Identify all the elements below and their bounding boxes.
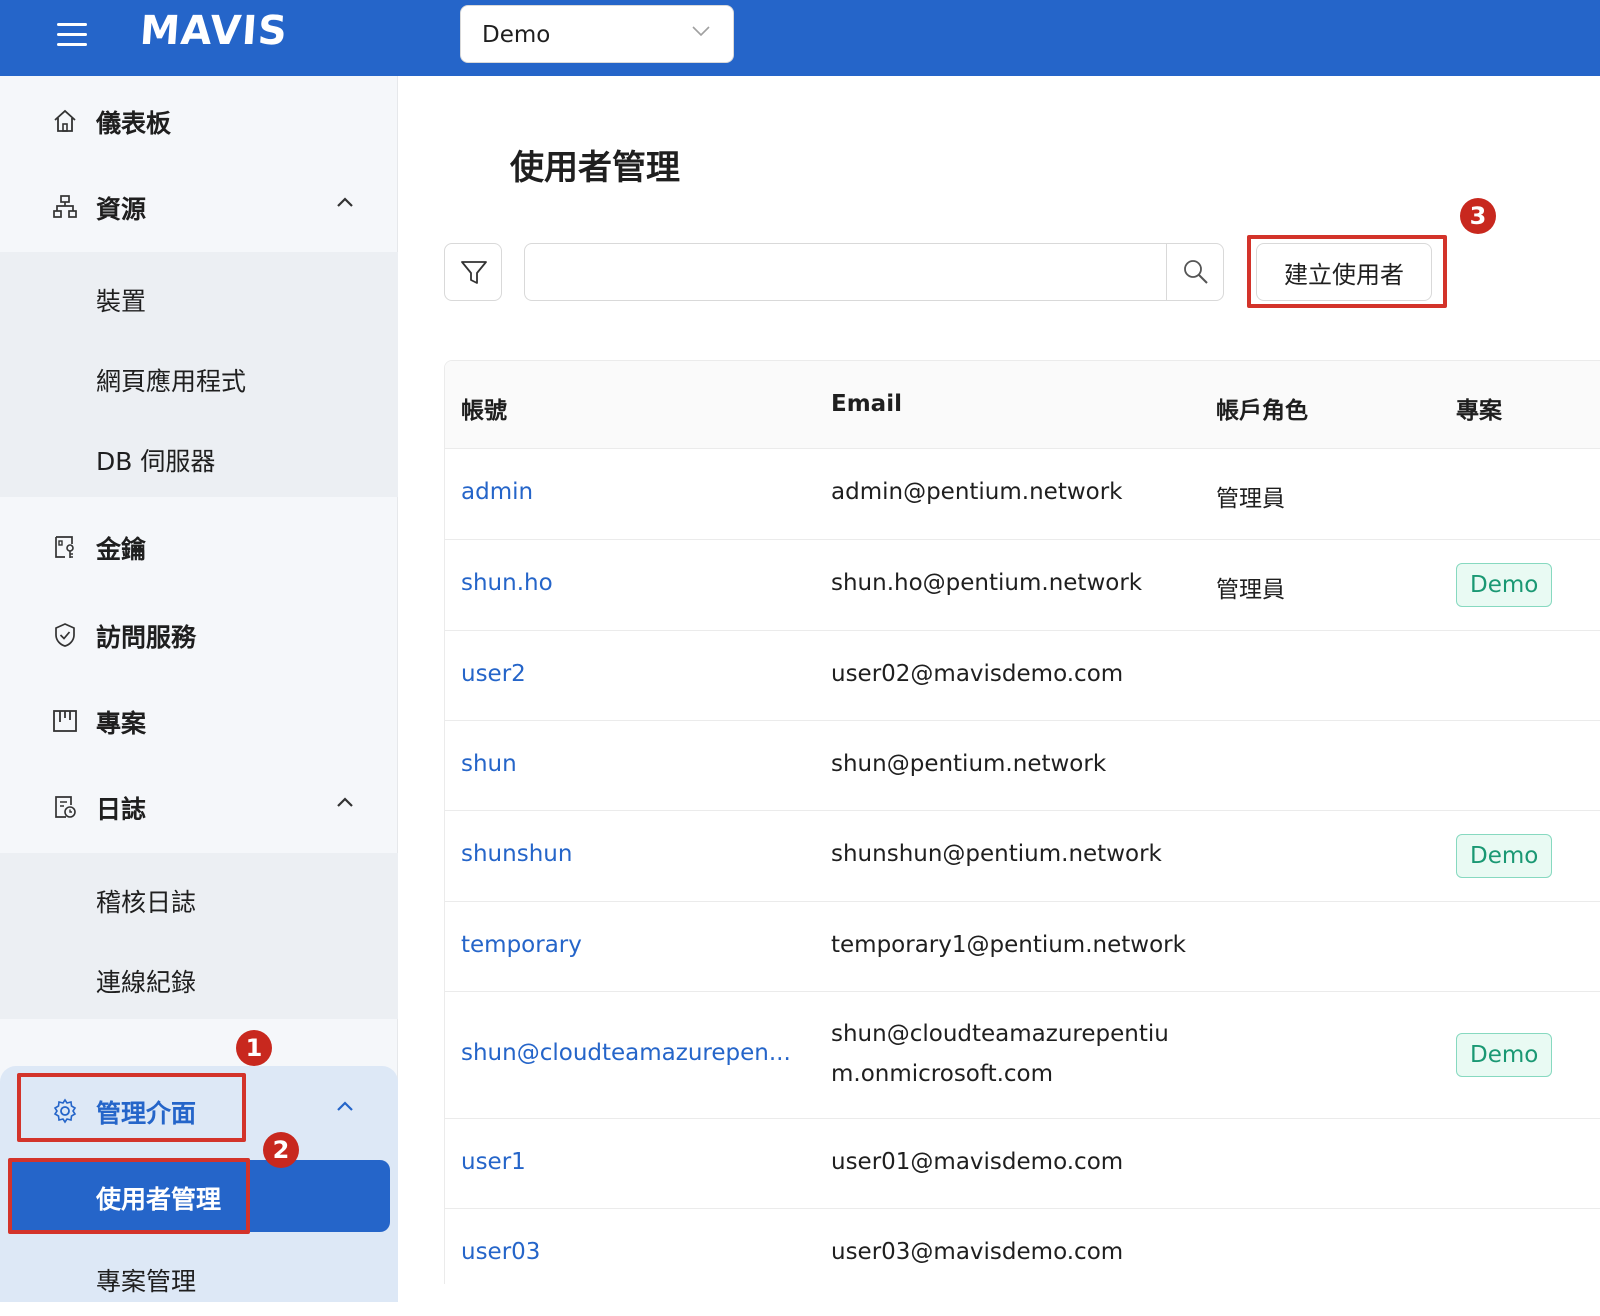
account-link[interactable]: temporary: [461, 932, 582, 958]
account-link[interactable]: user2: [461, 661, 526, 687]
sidebar-item-db-servers[interactable]: DB 伺服器: [0, 416, 398, 496]
search-input[interactable]: [524, 243, 1166, 301]
log-file-icon: [55, 796, 76, 818]
sidebar-item-dashboard[interactable]: 儀表板: [0, 80, 398, 160]
filter-button[interactable]: [444, 243, 502, 301]
table-row: shun shun@pentium.network: [445, 721, 1600, 811]
project-tag: Demo: [1456, 1033, 1553, 1077]
sidebar-item-user-management[interactable]: 使用者管理: [8, 1160, 390, 1232]
mavis-logo[interactable]: MAVIS: [138, 8, 289, 54]
home-icon: [54, 109, 76, 132]
table-row: user1 user01@mavisdemo.com: [445, 1119, 1600, 1209]
sidebar-item-access-service[interactable]: 訪問服務: [0, 594, 398, 674]
resources-submenu: 裝置 網頁應用程式 DB 伺服器: [0, 252, 398, 497]
email-cell: shun.ho@pentium.network: [831, 570, 1143, 596]
project-select-value: Demo: [482, 22, 551, 48]
sidebar-subitem-label: 網頁應用程式: [96, 367, 247, 396]
table-header: 帳號 Email 帳戶角色 專案: [445, 361, 1600, 449]
table-row: shun.ho shun.ho@pentium.network 管理員 Demo: [445, 540, 1600, 631]
sidebar-subitem-label: DB 伺服器: [96, 447, 216, 476]
chevron-up-icon: [337, 197, 353, 207]
page-title: 使用者管理: [510, 148, 680, 188]
chevron-down-icon: [692, 26, 710, 37]
project-tag: Demo: [1456, 834, 1553, 878]
email-cell: temporary1@pentium.network: [831, 932, 1186, 958]
table-row: user2 user02@mavisdemo.com: [445, 631, 1600, 721]
sidebar-item-label: 儀表板: [96, 109, 172, 138]
chevron-up-icon: [337, 1101, 353, 1111]
project-tag: Demo: [1456, 563, 1553, 607]
column-header-role[interactable]: 帳戶角色: [1216, 391, 1308, 425]
sidebar-item-project-management[interactable]: 專案管理: [0, 1236, 398, 1316]
project-select[interactable]: Demo: [460, 5, 734, 63]
sidebar-item-audit-logs[interactable]: 稽核日誌: [0, 857, 398, 937]
sidebar-item-connection-records[interactable]: 連線紀錄: [0, 937, 398, 1017]
email-cell: admin@pentium.network: [831, 479, 1123, 505]
table-row: shun@cloudteamazurepen... shun@cloudteam…: [445, 992, 1600, 1119]
gear-icon: [53, 1098, 77, 1124]
table-row: temporary temporary1@pentium.network: [445, 902, 1600, 992]
email-cell-line2: m.onmicrosoft.com: [831, 1061, 1054, 1087]
sidebar-subitem-label: 使用者管理: [96, 1185, 222, 1214]
sidebar-subitem-label: 稽核日誌: [96, 888, 197, 917]
sidebar-item-projects[interactable]: 專案: [0, 680, 398, 760]
sidebar-item-label: 金鑰: [96, 535, 147, 564]
sidebar-item-keys[interactable]: 金鑰: [0, 506, 398, 586]
sidebar-item-resources[interactable]: 資源: [0, 166, 398, 246]
sidebar-item-devices[interactable]: 裝置: [0, 256, 398, 336]
sidebar-item-label: 資源: [96, 195, 147, 224]
email-cell: user01@mavisdemo.com: [831, 1149, 1124, 1175]
sidebar-subitem-label: 連線紀錄: [96, 968, 197, 997]
sidebar-subitem-label: 專案管理: [96, 1267, 197, 1296]
annotation-badge-3: 3: [1460, 198, 1496, 234]
email-cell: shun@pentium.network: [831, 751, 1107, 777]
email-cell: shunshun@pentium.network: [831, 841, 1162, 867]
annotation-badge-2: 2: [263, 1132, 299, 1168]
email-cell: user02@mavisdemo.com: [831, 661, 1124, 687]
network-icon: [53, 195, 77, 218]
search-icon: [1184, 260, 1208, 284]
column-header-account[interactable]: 帳號: [461, 391, 507, 425]
shield-check-icon: [55, 623, 75, 647]
sidebar-item-label: 管理介面: [96, 1099, 197, 1128]
account-link[interactable]: shun: [461, 751, 517, 777]
users-table: 帳號 Email 帳戶角色 專案 admin admin@pentium.net…: [444, 360, 1600, 1284]
sidebar-item-logs[interactable]: 日誌: [0, 766, 398, 846]
sidebar-subitem-label: 裝置: [96, 287, 147, 316]
table-row: admin admin@pentium.network 管理員: [445, 449, 1600, 540]
sidebar-item-label: 專案: [96, 709, 147, 738]
column-header-email[interactable]: Email: [831, 391, 902, 417]
role-cell: 管理員: [1216, 486, 1285, 512]
sidebar-item-label: 訪問服務: [96, 623, 197, 652]
account-link[interactable]: user1: [461, 1149, 526, 1175]
sidebar-item-web-apps[interactable]: 網頁應用程式: [0, 336, 398, 416]
hamburger-menu-icon[interactable]: [57, 21, 87, 47]
sidebar-item-admin[interactable]: 管理介面: [0, 1070, 398, 1150]
account-link[interactable]: admin: [461, 479, 533, 505]
key-vault-icon: [55, 536, 74, 558]
chevron-up-icon: [337, 797, 353, 807]
email-cell-line1: shun@cloudteamazurepentiu: [831, 1021, 1169, 1047]
create-user-button[interactable]: 建立使用者: [1256, 243, 1432, 301]
role-cell: 管理員: [1216, 577, 1285, 603]
filter-icon: [461, 261, 487, 284]
email-cell: user03@mavisdemo.com: [831, 1239, 1124, 1265]
account-link[interactable]: shun.ho: [461, 570, 553, 596]
sidebar-item-label: 日誌: [96, 795, 147, 824]
column-header-project[interactable]: 專案: [1456, 391, 1502, 425]
annotation-badge-1: 1: [236, 1030, 272, 1066]
account-link[interactable]: shun@cloudteamazurepen...: [461, 1040, 791, 1066]
table-row: shunshun shunshun@pentium.network Demo: [445, 811, 1600, 902]
logs-submenu: 稽核日誌 連線紀錄: [0, 853, 398, 1019]
search-button[interactable]: [1166, 243, 1224, 301]
project-board-icon: [53, 710, 77, 732]
table-row: user03 user03@mavisdemo.com: [445, 1209, 1600, 1284]
top-bar: MAVIS Demo: [0, 0, 1600, 76]
account-link[interactable]: shunshun: [461, 841, 572, 867]
account-link[interactable]: user03: [461, 1239, 540, 1265]
